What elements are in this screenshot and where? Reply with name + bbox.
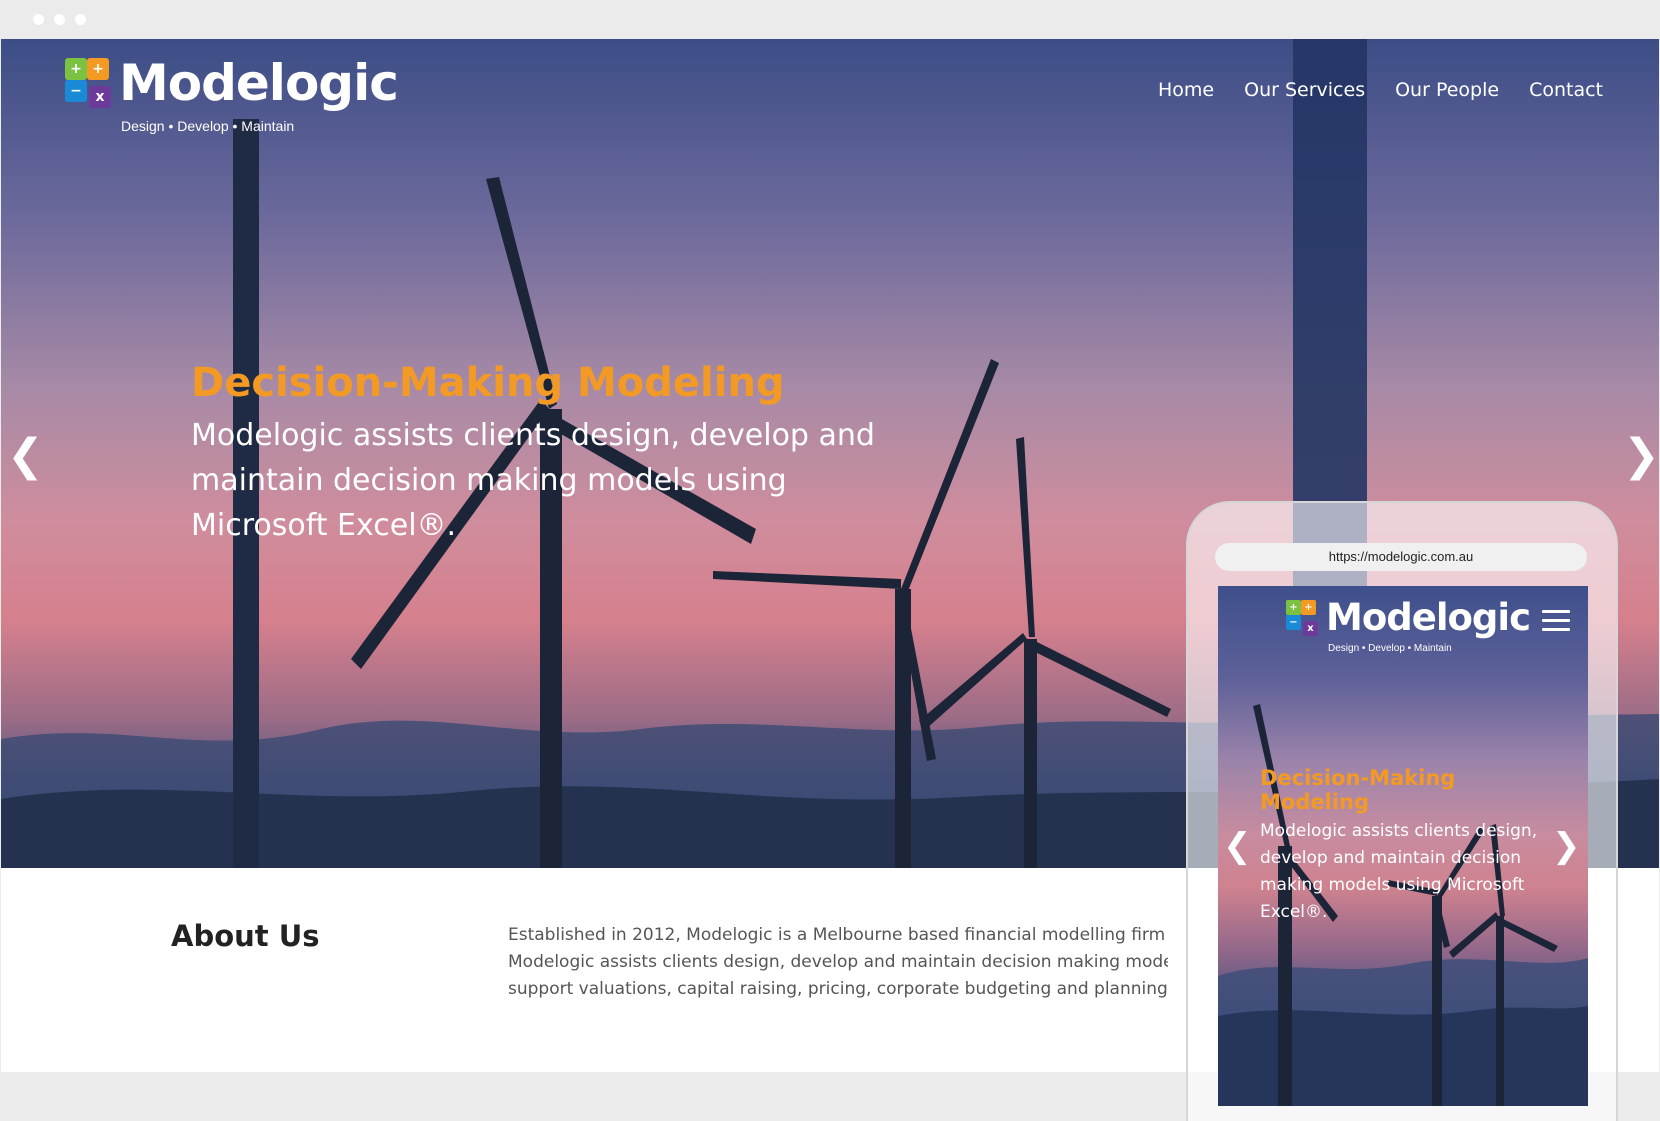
logo-wordmark: Modelogic (119, 54, 399, 112)
browser-titlebar (0, 0, 1660, 39)
logo-tagline: Design • Develop • Maintain (121, 118, 295, 134)
logo-times-icon: x (89, 86, 111, 108)
logo-plus-icon: + (1301, 600, 1316, 615)
logo-minus-icon: − (1286, 615, 1301, 630)
mobile-hero-title: Decision-Making Modeling (1260, 766, 1456, 814)
window-dot-icon (54, 14, 65, 25)
about-line: Modelogic assists clients design, develo… (508, 952, 1168, 972)
site-logo[interactable]: + + − x Modelogic Design • Develop • Mai… (65, 54, 399, 134)
about-heading: About Us (171, 919, 320, 953)
chevron-right-icon[interactable]: ❯ (1623, 430, 1659, 481)
nav-contact[interactable]: Contact (1529, 79, 1603, 101)
nav-our-services[interactable]: Our Services (1244, 79, 1365, 101)
window-dot-icon (75, 14, 86, 25)
mobile-hero-description: Modelogic assists clients design, develo… (1260, 821, 1538, 922)
about-line: Established in 2012, Modelogic is a Melb… (508, 925, 1168, 945)
logo-wordmark: Modelogic (1326, 596, 1531, 639)
logo-times-icon: x (1303, 621, 1318, 636)
hero-description: Modelogic assists clients design, develo… (191, 418, 875, 543)
hamburger-menu-icon[interactable] (1542, 610, 1570, 637)
mobile-url-bar: https://modelogic.com.au (1215, 543, 1587, 571)
about-paragraph: Established in 2012, Modelogic is a Melb… (508, 922, 1168, 1003)
logo-tagline: Design • Develop • Maintain (1328, 643, 1452, 654)
mobile-screen: + + − x Modelogic Design • Develop • Mai… (1218, 586, 1588, 1106)
logo-plus-icon: + (65, 58, 87, 80)
chevron-left-icon[interactable]: ❮ (1223, 826, 1252, 866)
hero-title: Decision-Making Modeling (191, 360, 785, 406)
logo-minus-icon: − (65, 80, 87, 102)
mobile-preview-frame: https://modelogic.com.au + + − x Modelog… (1186, 501, 1618, 1121)
chevron-right-icon[interactable]: ❯ (1552, 826, 1581, 866)
nav-home[interactable]: Home (1158, 79, 1214, 101)
chevron-left-icon[interactable]: ❮ (7, 430, 44, 481)
mobile-logo[interactable]: + + − x Modelogic Design • Develop • Mai… (1286, 596, 1531, 654)
main-nav: Home Our Services Our People Contact (1158, 79, 1603, 101)
about-line: support valuations, capital raising, pri… (508, 979, 1168, 999)
logo-plus-icon: + (1286, 600, 1301, 615)
nav-our-people[interactable]: Our People (1395, 79, 1499, 101)
logo-plus-icon: + (87, 58, 109, 80)
window-dot-icon (33, 14, 44, 25)
